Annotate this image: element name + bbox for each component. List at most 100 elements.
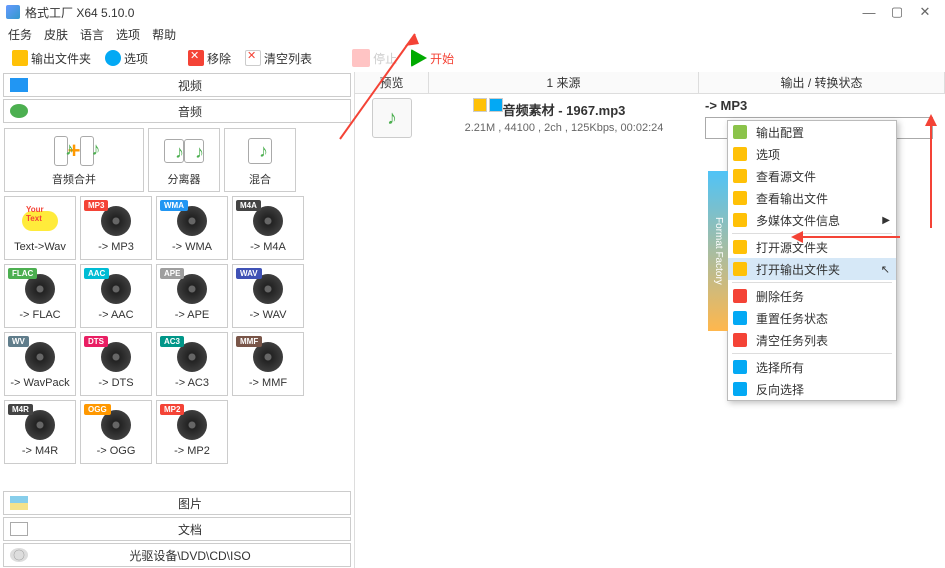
minimize-button[interactable]: — [855,3,883,21]
ctx-icon [733,240,747,254]
ctx-删除任务[interactable]: 删除任务 [728,285,896,307]
menubar: 任务 皮肤 语言 选项 帮助 [0,24,945,44]
ctx-icon [733,289,747,303]
tool-label: -> FLAC [19,309,60,321]
tool-label: -> WAV [250,309,287,321]
tool-OGG[interactable]: OGG-> OGG [80,400,152,464]
tool-label: -> OGG [97,445,136,457]
tool-AC3[interactable]: AC3-> AC3 [156,332,228,396]
category-document[interactable]: 文档 [3,517,351,541]
tool-WMA[interactable]: WMA-> WMA [156,196,228,260]
ctx-清空任务列表[interactable]: 清空任务列表 [728,329,896,351]
tool-MMF[interactable]: MMF-> MMF [232,332,304,396]
row-play-icon[interactable] [489,98,503,112]
ctx-多媒体文件信息[interactable]: 多媒体文件信息▶ [728,209,896,231]
tool-label: 分离器 [168,171,201,187]
tool-DTS[interactable]: DTS-> DTS [80,332,152,396]
clear-button[interactable]: 清空列表 [241,48,316,69]
audio-icon [10,104,28,118]
maximize-button[interactable]: ▢ [883,3,911,21]
tool-M4A[interactable]: M4A-> M4A [232,196,304,260]
tool-MP2[interactable]: MP2-> MP2 [156,400,228,464]
ctx-打开输出文件夹[interactable]: 打开输出文件夹↖ [728,258,896,280]
menu-lang[interactable]: 语言 [80,26,104,43]
category-device[interactable]: 光驱设备\DVD\CD\ISO [3,543,351,567]
ctx-打开源文件夹[interactable]: 打开源文件夹 [728,236,896,258]
app-icon [6,5,20,19]
tool-混合[interactable]: 混合 [224,128,296,192]
ctx-label: 删除任务 [756,288,804,305]
stop-label: 停止 [373,50,397,67]
start-button[interactable]: 开始 [407,47,458,69]
close-button[interactable]: ✕ [911,3,939,21]
ctx-输出配置[interactable]: 输出配置 [728,121,896,143]
menu-skin[interactable]: 皮肤 [44,26,68,43]
ctx-label: 查看输出文件 [756,190,828,207]
output-format: -> MP3 [705,98,939,113]
tool-WAV[interactable]: WAV-> WAV [232,264,304,328]
ctx-查看源文件[interactable]: 查看源文件 [728,165,896,187]
play-icon [411,49,427,67]
tool-分离器[interactable]: 分离器 [148,128,220,192]
tool-音频合并[interactable]: + 音频合并 [4,128,144,192]
category-video-label: 视频 [36,77,344,94]
remove-button[interactable]: 移除 [184,48,235,69]
ctx-查看输出文件[interactable]: 查看输出文件 [728,187,896,209]
category-document-label: 文档 [36,521,344,538]
row-folder-icon[interactable] [473,98,487,112]
tool-label: 音频合并 [52,171,96,187]
tool-APE[interactable]: APE-> APE [156,264,228,328]
tool-M4R[interactable]: M4R-> M4R [4,400,76,464]
tool-label: -> M4R [22,445,58,457]
tool-icon [240,134,280,168]
tool-icon: + [54,134,94,168]
stop-button[interactable]: 停止 [348,47,401,69]
ctx-icon [733,125,747,139]
ctx-icon [733,382,747,396]
tool-WV[interactable]: WV-> WavPack [4,332,76,396]
tool-label: -> M4A [250,241,286,253]
ctx-label: 清空任务列表 [756,332,828,349]
remove-icon [188,50,204,66]
ctx-选项[interactable]: 选项 [728,143,896,165]
col-preview[interactable]: 预览 [355,72,429,93]
file-info: 2.21M , 44100 , 2ch , 125Kbps, 00:02:24 [465,122,664,134]
options-button[interactable]: 选项 [101,48,152,69]
ctx-label: 选项 [756,146,780,163]
tool-label: -> WavPack [10,377,69,389]
tool-AAC[interactable]: AAC-> AAC [80,264,152,328]
ctx-选择所有[interactable]: 选择所有 [728,356,896,378]
tool-label: 混合 [249,171,271,187]
context-sidebar: Format Factory [708,171,728,331]
menu-help[interactable]: 帮助 [152,26,176,43]
tool-label: Text->Wav [14,241,66,253]
ctx-label: 输出配置 [756,124,804,141]
category-video[interactable]: 视频 [3,73,351,97]
ctx-icon [733,262,747,276]
left-panel: 视频 音频 + 音频合并 分离器 混合 Your Text Text->Wav MP3-> … [0,72,355,568]
start-label: 开始 [430,50,454,67]
ctx-反向选择[interactable]: 反向选择 [728,378,896,400]
col-output[interactable]: 输出 / 转换状态 [699,72,945,93]
row-actions [473,98,503,112]
col-source[interactable]: 1 来源 [429,72,699,93]
ctx-label: 反向选择 [756,381,804,398]
toolbar: 输出文件夹 选项 移除 清空列表 停止 开始 [0,44,945,72]
tool-FLAC[interactable]: FLAC-> FLAC [4,264,76,328]
ctx-重置任务状态[interactable]: 重置任务状态 [728,307,896,329]
tool-Text->Wav[interactable]: Your Text Text->Wav [4,196,76,260]
output-folder-button[interactable]: 输出文件夹 [8,48,95,69]
menu-options[interactable]: 选项 [116,26,140,43]
tool-icon [164,134,204,168]
remove-label: 移除 [207,50,231,67]
tool-icon: Your Text [20,204,60,238]
folder-icon [12,50,28,66]
menu-task[interactable]: 任务 [8,26,32,43]
category-audio[interactable]: 音频 [3,99,351,123]
category-picture[interactable]: 图片 [3,491,351,515]
ctx-icon [733,147,747,161]
disc-icon [10,548,28,562]
category-device-label: 光驱设备\DVD\CD\ISO [36,547,344,564]
options-label: 选项 [124,50,148,67]
tool-MP3[interactable]: MP3-> MP3 [80,196,152,260]
